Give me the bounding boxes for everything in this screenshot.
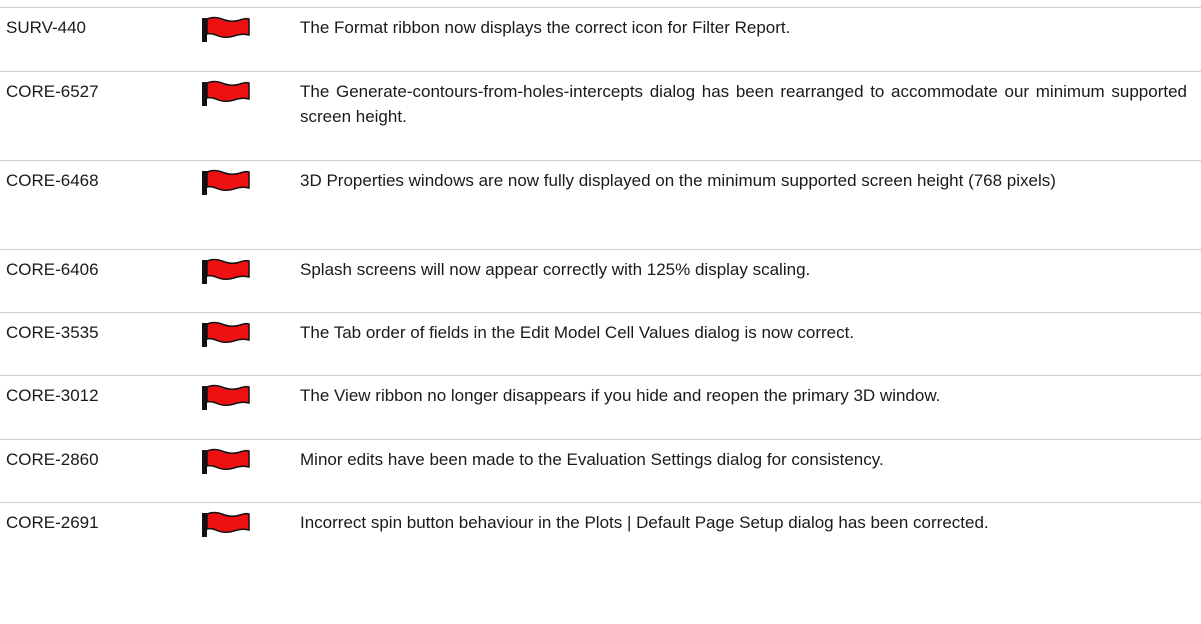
flag-cell (202, 7, 300, 72)
table-row: SURV-440 The Format ribbon now displays … (0, 7, 1201, 72)
red-flag-icon (202, 258, 250, 284)
issue-description: Incorrect spin button behaviour in the P… (300, 502, 1201, 593)
issue-id: CORE-6406 (0, 249, 202, 313)
issue-id: CORE-3012 (0, 375, 202, 440)
table-row: CORE-2860 Minor edits have been made to … (0, 439, 1201, 503)
issue-id: CORE-6468 (0, 160, 202, 250)
release-notes-table: SURV-440 The Format ribbon now displays … (0, 7, 1201, 593)
issue-description: Splash screens will now appear correctly… (300, 249, 1201, 313)
issue-id: CORE-6527 (0, 71, 202, 161)
issue-description: 3D Properties windows are now fully disp… (300, 160, 1201, 250)
red-flag-icon (202, 16, 250, 42)
table-row: CORE-6527 The Generate-contours-from-hol… (0, 71, 1201, 161)
table-row: CORE-3535 The Tab order of fields in the… (0, 312, 1201, 376)
table-row: CORE-2691 Incorrect spin button behaviou… (0, 502, 1201, 593)
red-flag-icon (202, 169, 250, 195)
flag-cell (202, 312, 300, 376)
flag-cell (202, 375, 300, 440)
issue-description: The Tab order of fields in the Edit Mode… (300, 312, 1201, 376)
table-row: CORE-6468 3D Properties windows are now … (0, 160, 1201, 250)
flag-cell (202, 439, 300, 503)
table-row: CORE-6406 Splash screens will now appear… (0, 249, 1201, 313)
flag-cell (202, 160, 300, 250)
issue-description: The Generate-contours-from-holes-interce… (300, 71, 1201, 161)
issue-id: SURV-440 (0, 7, 202, 72)
issue-description: The Format ribbon now displays the corre… (300, 7, 1201, 72)
issue-id: CORE-3535 (0, 312, 202, 376)
flag-cell (202, 502, 300, 593)
red-flag-icon (202, 448, 250, 474)
issue-id: CORE-2860 (0, 439, 202, 503)
red-flag-icon (202, 80, 250, 106)
red-flag-icon (202, 321, 250, 347)
issue-id: CORE-2691 (0, 502, 202, 593)
red-flag-icon (202, 384, 250, 410)
flag-cell (202, 71, 300, 161)
red-flag-icon (202, 511, 250, 537)
flag-cell (202, 249, 300, 313)
issue-description: Minor edits have been made to the Evalua… (300, 439, 1201, 503)
issue-description: The View ribbon no longer disappears if … (300, 375, 1201, 440)
table-row: CORE-3012 The View ribbon no longer disa… (0, 375, 1201, 440)
